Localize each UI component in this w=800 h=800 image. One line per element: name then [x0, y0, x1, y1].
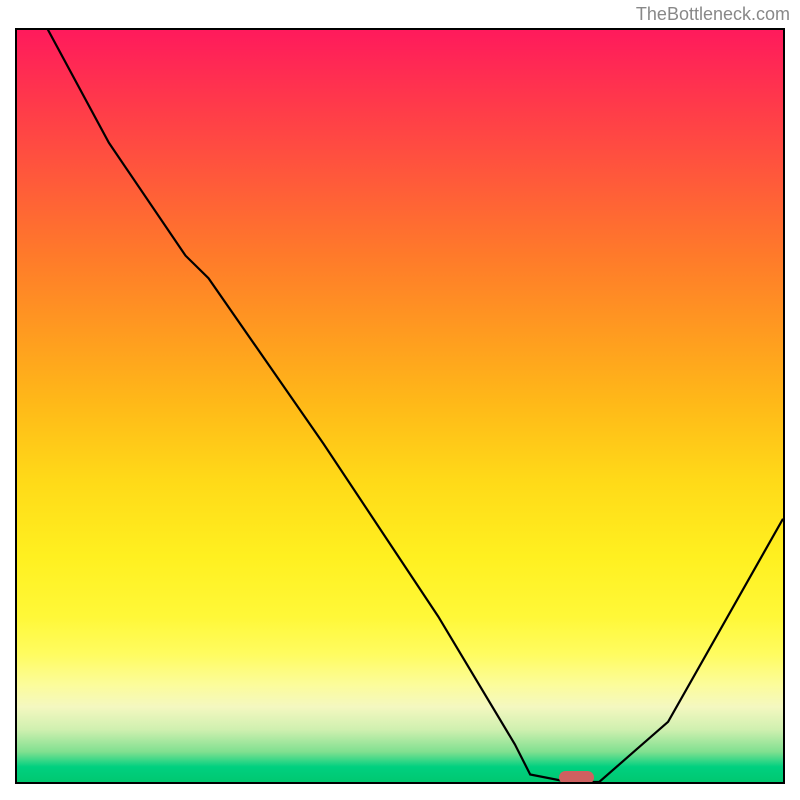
- chart-container: TheBottleneck.com: [0, 0, 800, 800]
- optimal-point-marker: [559, 771, 594, 784]
- watermark-text: TheBottleneck.com: [636, 4, 790, 25]
- bottleneck-curve: [17, 30, 783, 782]
- chart-frame: [15, 28, 785, 784]
